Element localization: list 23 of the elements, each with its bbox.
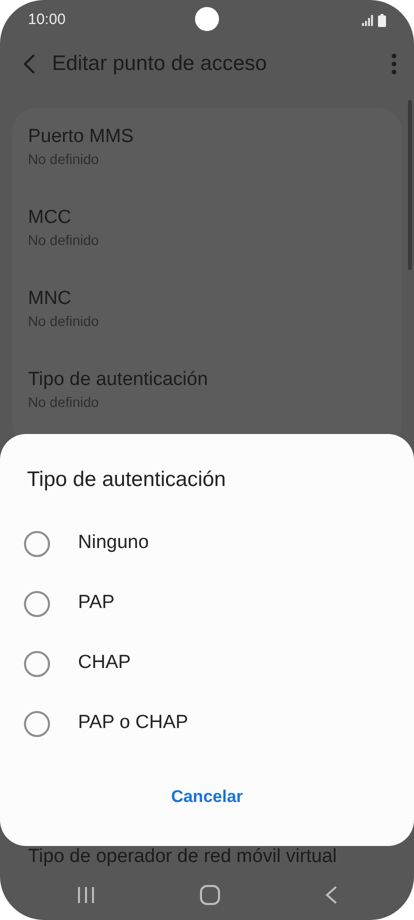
setting-title[interactable]: MNC bbox=[28, 286, 386, 312]
page-title: Editar punto de acceso bbox=[52, 51, 268, 78]
home-button[interactable] bbox=[198, 883, 221, 907]
radio-button[interactable] bbox=[24, 650, 50, 676]
back-button[interactable] bbox=[22, 52, 36, 76]
radio-button[interactable] bbox=[24, 530, 50, 556]
dialog-title: Tipo de autenticación bbox=[26, 467, 227, 493]
signal-icon bbox=[362, 14, 374, 26]
status-time: 10:00 bbox=[28, 10, 66, 30]
option-label[interactable]: Ninguno bbox=[78, 529, 149, 558]
cancel-button[interactable]: Cancelar bbox=[159, 778, 255, 815]
option-label[interactable]: PAP o CHAP bbox=[78, 709, 188, 738]
option-label[interactable]: PAP bbox=[78, 589, 115, 618]
setting-title: Tipo de operador de red móvil virtual bbox=[28, 846, 337, 868]
setting-title[interactable]: Tipo de autenticación bbox=[28, 367, 386, 393]
option-label[interactable]: CHAP bbox=[78, 649, 131, 678]
radio-button[interactable] bbox=[24, 710, 50, 736]
setting-title[interactable]: MCC bbox=[28, 205, 386, 231]
setting-title[interactable]: Puerto MMS bbox=[28, 124, 386, 150]
battery-icon bbox=[378, 14, 386, 26]
more-options-button[interactable] bbox=[390, 52, 398, 76]
camera-cutout bbox=[195, 7, 219, 31]
radio-button[interactable] bbox=[24, 590, 50, 616]
